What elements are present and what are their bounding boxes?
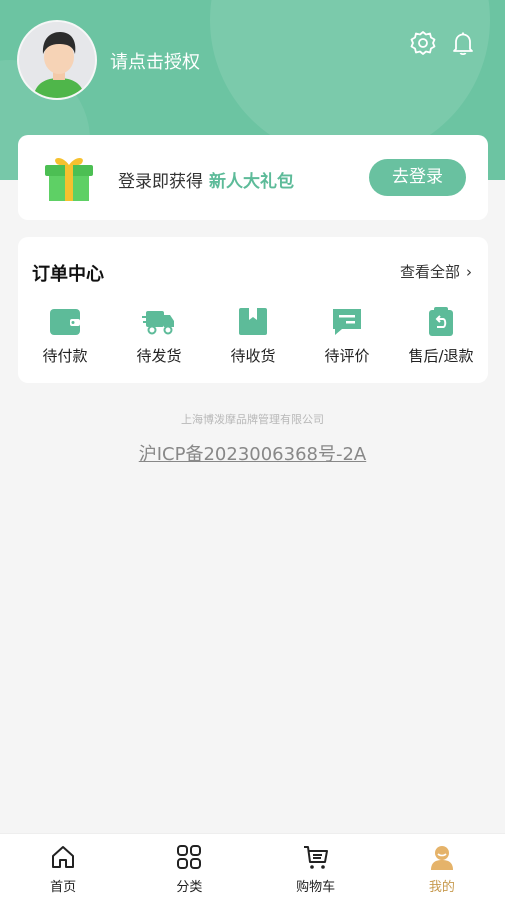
tab-home[interactable]: 首页 [0,834,126,899]
order-center-title: 订单中心 [32,264,104,285]
review-icon [333,309,361,335]
home-icon [52,846,75,868]
cart-icon [303,846,328,869]
order-status-label: 待付款 [42,347,88,365]
tab-label: 购物车 [296,880,336,895]
truck-icon [142,311,174,335]
tab-profile[interactable]: 我的 [379,834,505,899]
order-status-label: 待发货 [136,347,182,365]
company-name: 上海博泼摩品牌管理有限公司 [181,413,324,426]
order-status-label: 待评价 [324,347,370,365]
wallet-icon [50,309,80,335]
view-all-label: 查看全部 [399,263,460,281]
package-icon [239,308,267,335]
order-status-pending-review[interactable]: 待评价 [302,305,392,366]
tab-label: 我的 [428,880,455,895]
order-status-after-sale[interactable]: 售后/退款 [396,305,486,366]
tab-label: 分类 [176,880,203,895]
avatar[interactable] [17,20,97,100]
bottom-tab-bar: 首页 分类 购物车 我的 [0,833,505,899]
category-icon [177,845,202,869]
settings-gear-icon[interactable] [410,30,436,56]
login-promo-highlight: 新人大礼包 [209,172,294,192]
order-status-label: 售后/退款 [408,347,474,365]
login-promo-card: 登录即获得 新人大礼包 去登录 [18,135,488,220]
tab-category[interactable]: 分类 [126,834,252,899]
order-center-card: 订单中心 查看全部 › 待付款 待发货 待收货 待评价 售后/退款 [18,237,488,383]
notification-bell-icon[interactable] [450,30,476,56]
login-promo-text: 登录即获得 新人大礼包 [118,167,294,192]
authorize-prompt[interactable]: 请点击授权 [110,48,200,74]
tab-cart[interactable]: 购物车 [253,834,379,899]
login-promo-label: 登录即获得 [118,172,203,192]
tab-label: 首页 [50,880,77,895]
gift-icon [42,153,96,203]
order-status-pending-receipt[interactable]: 待收货 [208,305,298,366]
order-status-list: 待付款 待发货 待收货 待评价 售后/退款 [18,305,488,366]
refund-icon [429,307,453,336]
view-all-orders-link[interactable]: 查看全部 › [400,261,472,282]
icp-license-link[interactable]: 沪ICP备2023006368号-2A [0,440,505,466]
order-status-pending-payment[interactable]: 待付款 [20,305,110,366]
order-status-pending-shipment[interactable]: 待发货 [114,305,204,366]
order-status-label: 待收货 [230,347,276,365]
chevron-right-icon: › [466,263,472,281]
login-button[interactable]: 去登录 [369,159,466,196]
profile-icon [430,846,453,870]
